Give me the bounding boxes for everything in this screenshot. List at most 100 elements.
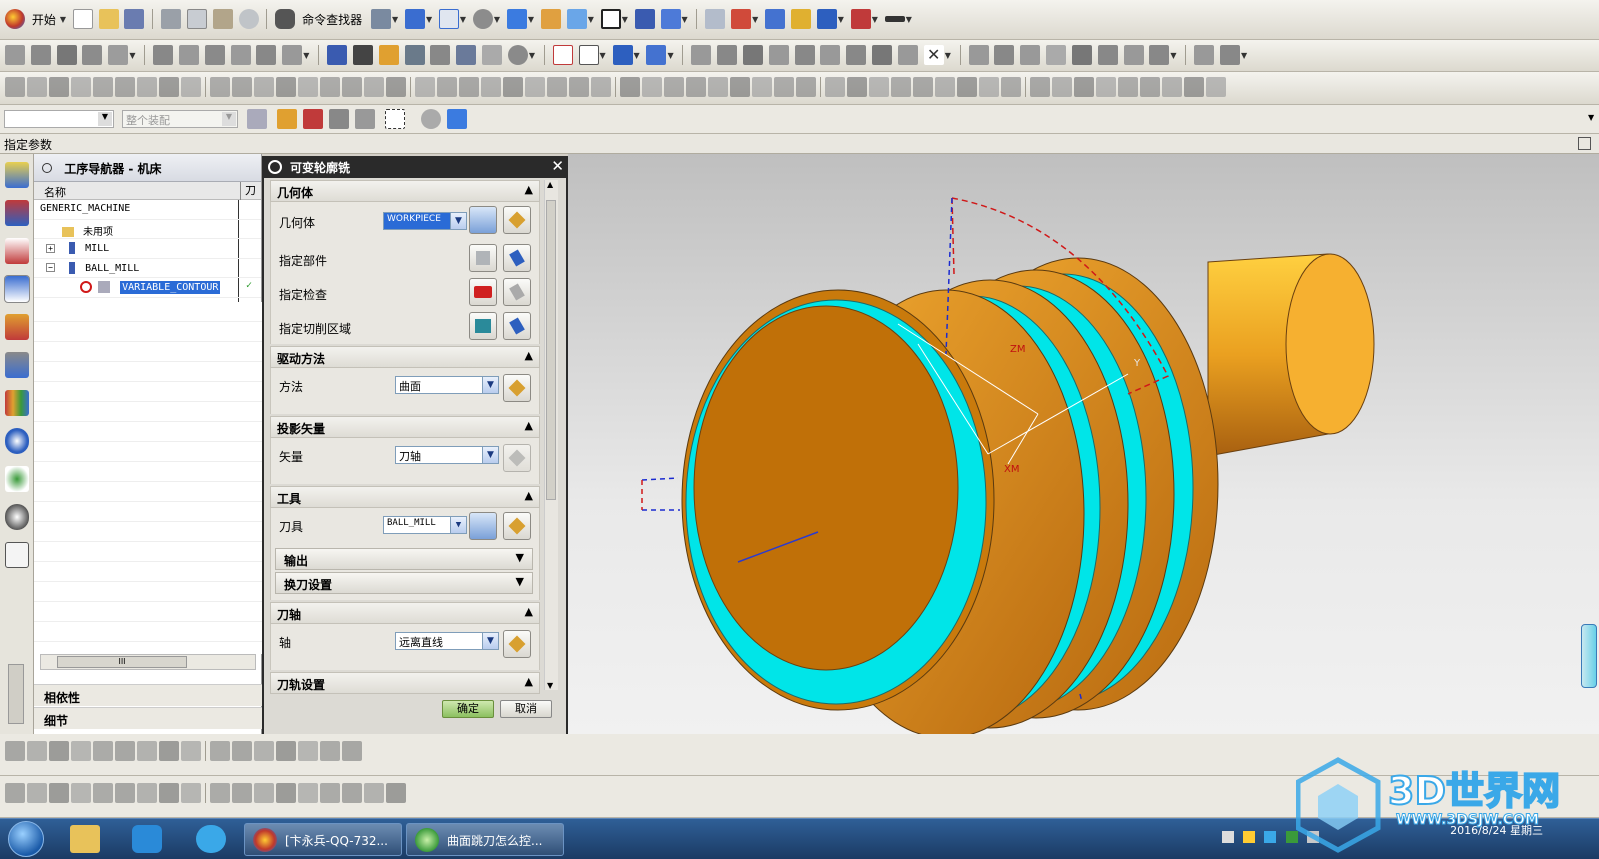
section-tool-axis[interactable]: 刀轴 ▲ (270, 602, 540, 624)
feature-tool-icon-13[interactable] (276, 77, 296, 97)
dependency-panel[interactable]: 相依性 (34, 684, 262, 706)
feature-tool-icon-46[interactable] (1030, 77, 1050, 97)
machine-nav-tab-icon[interactable] (5, 314, 29, 340)
layers-icon[interactable] (1020, 45, 1041, 65)
postprocess-icon[interactable] (430, 45, 451, 65)
tree-row-generic-machine[interactable]: GENERIC_MACHINE (34, 200, 261, 220)
bottom-tool-b-icon-14[interactable] (298, 783, 318, 803)
gear-tool-icon[interactable] (1149, 45, 1170, 65)
save-icon[interactable] (124, 9, 145, 29)
hammer-icon[interactable] (1097, 45, 1118, 65)
feature-tool-icon-3[interactable] (49, 77, 69, 97)
measure-icon[interactable] (884, 16, 905, 22)
bottom-tool-b-icon-18[interactable] (386, 783, 406, 803)
col-name[interactable]: 名称 (44, 186, 66, 199)
chevron-down-icon[interactable]: ▼ (516, 551, 524, 564)
tree-row-mill[interactable]: + MILL (34, 239, 261, 259)
feature-tool-icon-20[interactable] (437, 77, 457, 97)
clsf-icon[interactable] (482, 45, 503, 65)
new-file-icon[interactable] (72, 9, 93, 29)
feature-tool-icon-12[interactable] (254, 77, 274, 97)
feature-tool-icon-48[interactable] (1074, 77, 1094, 97)
col-tool[interactable]: 刀 (240, 182, 256, 200)
network-icon[interactable] (1264, 831, 1277, 843)
assembly-icon[interactable] (717, 45, 738, 65)
feature-tool-icon-14[interactable] (298, 77, 318, 97)
cap-icon[interactable] (1046, 45, 1067, 65)
select-intent-icon[interactable] (329, 109, 349, 129)
history-tab-icon[interactable] (5, 504, 29, 530)
chevron-down-icon[interactable]: ▼ (516, 575, 524, 588)
bottom-tool-a-icon-8[interactable] (159, 741, 179, 761)
bottom-tool-b-icon-11[interactable] (232, 783, 252, 803)
gear-icon[interactable] (268, 160, 282, 174)
bottom-tool-a-icon-14[interactable] (298, 741, 318, 761)
method-view-icon[interactable] (230, 45, 251, 65)
feature-tool-icon-45[interactable] (1001, 77, 1021, 97)
bottom-tool-b-icon-4[interactable] (71, 783, 91, 803)
part-nav-tab-icon[interactable] (5, 238, 29, 264)
bottom-tool-a-icon-9[interactable] (181, 741, 201, 761)
bottom-tool-b-icon-12[interactable] (254, 783, 274, 803)
create-method-icon[interactable] (82, 45, 103, 65)
transform-icon[interactable] (552, 45, 573, 65)
feature-tool-icon-21[interactable] (459, 77, 479, 97)
feature-tool-icon-23[interactable] (503, 77, 523, 97)
tool-change-subsection[interactable]: 换刀设置 ▼ (275, 572, 533, 594)
create-tool-icon[interactable] (30, 45, 51, 65)
feature-tool-icon-41[interactable] (913, 77, 933, 97)
assembly-filter-select[interactable]: 整个装配 ▼ (122, 110, 238, 128)
bottom-tool-b-icon-5[interactable] (93, 783, 113, 803)
feature-tool-icon-27[interactable] (591, 77, 611, 97)
bottom-tool-b-icon-1[interactable] (5, 783, 25, 803)
cut-icon[interactable] (161, 9, 182, 29)
reuse-library-tab-icon[interactable] (5, 352, 29, 378)
feature-tool-icon-34[interactable] (752, 77, 772, 97)
chevron-down-icon[interactable]: ▼ (482, 633, 498, 649)
taskbar-task-nx[interactable]: [卞永兵-QQ-732... (244, 823, 402, 856)
keyboard-icon[interactable] (1222, 831, 1234, 843)
feature-tool-icon-19[interactable] (415, 77, 435, 97)
layout-icon[interactable] (612, 45, 633, 65)
create-program-icon[interactable] (5, 45, 25, 65)
section-drive[interactable]: 驱动方法 ▲ (270, 346, 540, 368)
graphics-viewport[interactable]: ZM Y XM (568, 154, 1599, 739)
analysis-icon[interactable] (765, 9, 786, 29)
feature-tool-icon-52[interactable] (1162, 77, 1182, 97)
specify-check-display-button[interactable] (503, 278, 531, 306)
section-icon[interactable] (660, 9, 681, 29)
pattern-icon[interactable] (794, 45, 815, 65)
tree-row-unused[interactable]: 未用项 (34, 220, 261, 239)
edit-vector-button[interactable] (503, 444, 531, 472)
cube-view-icon[interactable] (506, 9, 527, 29)
feature-tool-icon-25[interactable] (547, 77, 567, 97)
feature-tool-icon-49[interactable] (1096, 77, 1116, 97)
bottom-tool-b-icon-8[interactable] (159, 783, 179, 803)
chevron-up-icon[interactable]: ▲ (525, 489, 533, 502)
bottom-tool-b-icon-9[interactable] (181, 783, 201, 803)
mirror-icon[interactable] (820, 45, 841, 65)
explorer-icon[interactable] (70, 825, 100, 853)
scroll-thumb[interactable] (546, 200, 556, 500)
edit-tool-button[interactable] (503, 512, 531, 540)
assembly-nav-tab-icon[interactable] (5, 162, 29, 188)
sigma-icon[interactable] (352, 45, 373, 65)
bottom-tool-b-icon-2[interactable] (27, 783, 47, 803)
details-panel[interactable]: 细节 (34, 707, 262, 729)
feature-tool-icon-24[interactable] (525, 77, 545, 97)
explode-icon[interactable] (872, 45, 893, 65)
chevron-down-icon[interactable]: ▼ (482, 447, 498, 463)
chevron-down-icon[interactable]: ▼ (98, 112, 112, 126)
collapse-icon[interactable]: − (46, 263, 55, 272)
tree-row-ball-mill[interactable]: − BALL_MILL (34, 259, 261, 278)
feature-tool-icon-22[interactable] (481, 77, 501, 97)
edit-geometry-button[interactable] (503, 206, 531, 234)
feature-tool-icon-17[interactable] (364, 77, 384, 97)
orient-icon[interactable] (566, 9, 587, 29)
specify-part-select-button[interactable] (469, 244, 497, 272)
library-tab-icon[interactable] (5, 390, 29, 416)
component-icon[interactable] (742, 45, 763, 65)
create-operation-icon[interactable] (108, 45, 129, 65)
bottom-tool-b-icon-10[interactable] (210, 783, 230, 803)
notification-icon[interactable] (1243, 831, 1256, 843)
